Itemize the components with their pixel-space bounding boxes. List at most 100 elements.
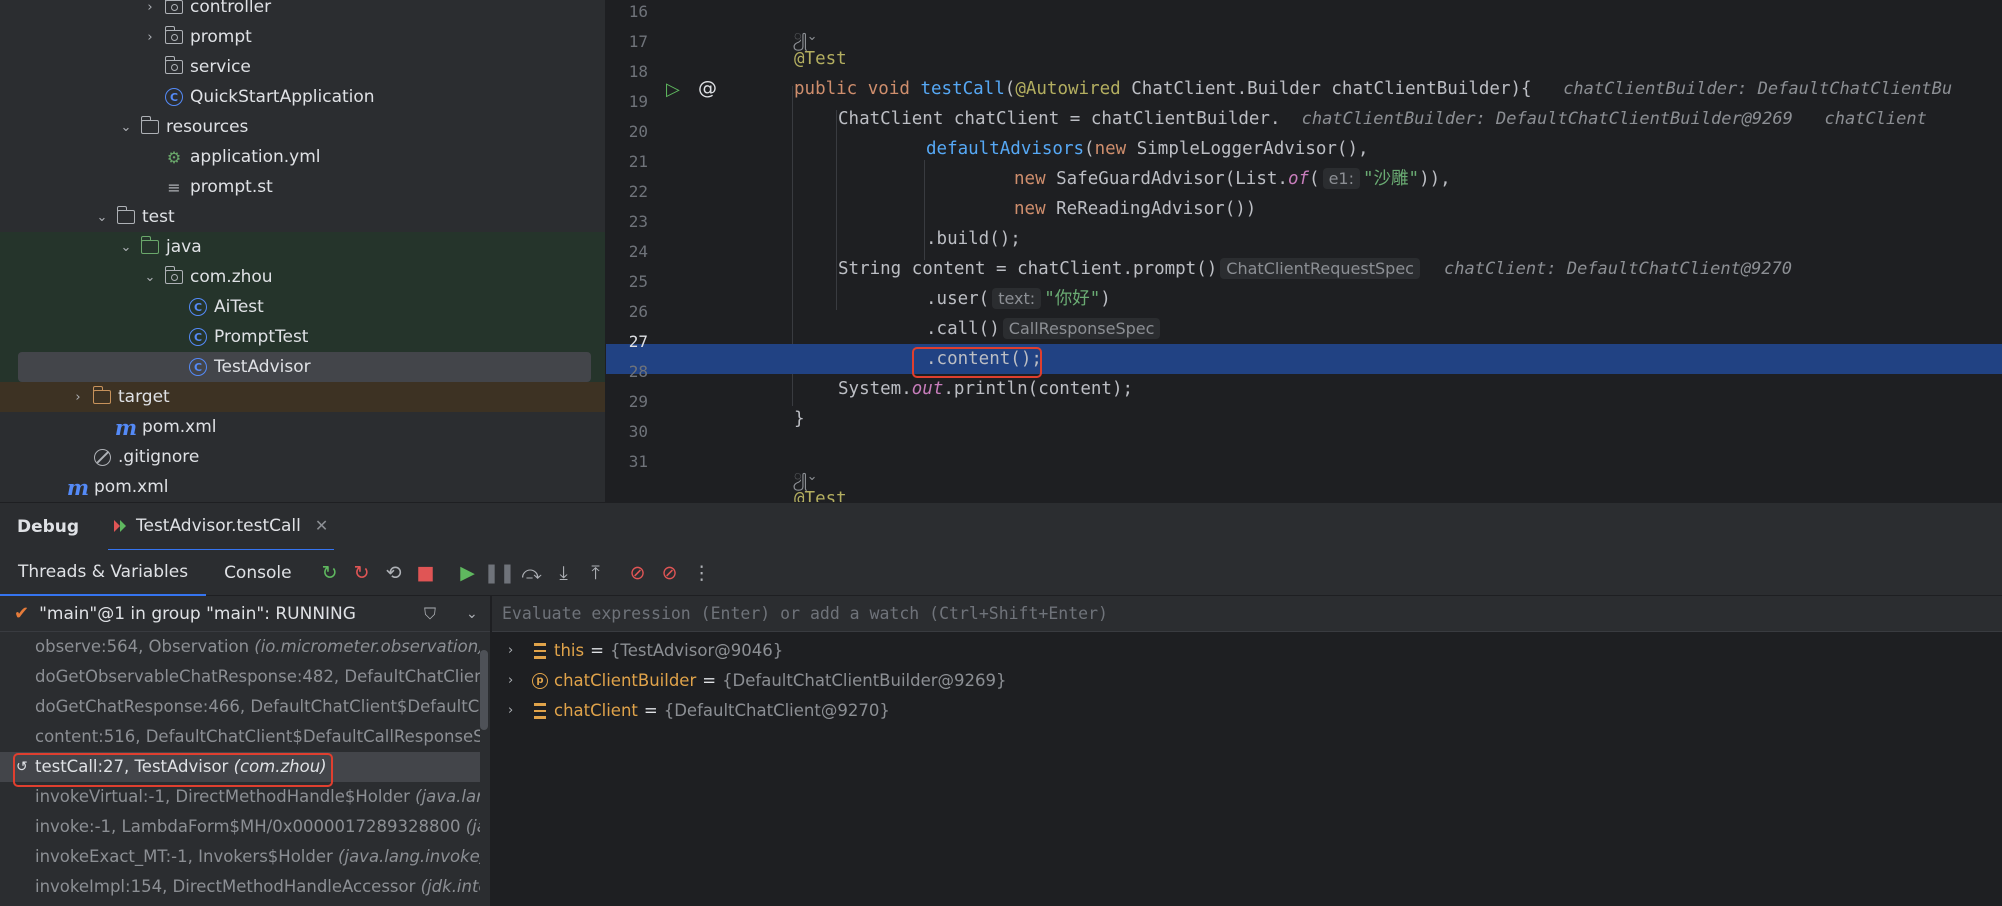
stop-icon[interactable]: ■ — [410, 557, 442, 589]
line-number[interactable]: 17 — [606, 27, 648, 57]
variable-value: {DefaultChatClient@9270} — [663, 701, 890, 720]
project-tree-item[interactable]: C TestAdvisor — [0, 352, 605, 382]
filter-icon[interactable]: ⛉ — [424, 604, 436, 624]
package-icon — [164, 266, 184, 286]
mute-breakpoints-icon[interactable]: ⊘ — [654, 557, 686, 589]
icon-glyph — [116, 206, 135, 224]
chevron-down-icon[interactable]: ⌄ — [94, 210, 110, 225]
stack-frame[interactable]: observe:564, Observation (io.micrometer.… — [0, 632, 480, 662]
active-frame-highlight-box — [13, 753, 333, 787]
project-tree-item[interactable]: › target — [0, 382, 605, 412]
stack-frame[interactable]: invokeExact_MT:-1, Invokers$Holder (java… — [0, 842, 480, 872]
autowired-bean-icon[interactable]: @ — [698, 77, 717, 99]
line-number[interactable]: 24 — [606, 237, 648, 267]
code-editor[interactable]: 16 17 18 19 20 21 22 23 24 25 26 27 28 29 30 31 ▷ @ ꦾ⌄ … — [605, 0, 2002, 502]
icon-glyph — [164, 26, 183, 44]
variable-value: {DefaultChatClientBuilder@9269} — [722, 671, 1007, 690]
project-tree-item[interactable]: m pom.xml — [0, 412, 605, 442]
stack-frame[interactable]: content:516, DefaultChatClient$DefaultCa… — [0, 722, 480, 752]
pause-icon[interactable]: ❚❚ — [484, 557, 516, 589]
chevron-right-icon[interactable]: › — [508, 636, 532, 666]
excluded-folder-icon — [92, 386, 112, 406]
project-tree-item[interactable]: › prompt — [0, 22, 605, 52]
project-tree-item[interactable]: .gitignore — [0, 442, 605, 472]
project-tree-item[interactable]: ⌄ java — [0, 232, 605, 262]
debug-inlay-value: chatClient: DefaultChatClient@9270 — [1444, 259, 1793, 279]
stack-frame[interactable]: invokeImpl:154, DirectMethodHandleAccess… — [0, 872, 480, 902]
chevron-down-icon[interactable]: ⌄ — [466, 606, 478, 622]
debug-tool-window-header: Debug TestAdvisor.testCall ✕ — [0, 502, 2002, 551]
project-tree-item[interactable]: › controller — [0, 0, 605, 22]
code-line-28: System.out.println(content); — [838, 379, 1134, 399]
line-number[interactable]: 31 — [606, 447, 648, 477]
chevron-right-icon[interactable]: › — [508, 666, 532, 696]
stack-frame[interactable]: doGetObservableChatResponse:482, Default… — [0, 662, 480, 692]
frames-scrollbar[interactable] — [480, 650, 488, 730]
evaluate-expression-input[interactable]: Evaluate expression (Enter) or add a wat… — [492, 596, 2002, 632]
chevron-right-icon[interactable]: › — [142, 30, 158, 45]
step-over-icon[interactable]: ⤼ — [516, 557, 548, 589]
project-tree-item[interactable]: C PromptTest — [0, 322, 605, 352]
tree-item-label: java — [166, 237, 202, 257]
rerun-icon[interactable]: ↻ — [314, 557, 346, 589]
line-number[interactable]: 27 — [606, 327, 648, 357]
project-tree-item[interactable]: ⌄ resources — [0, 112, 605, 142]
frames-panel: ✔ "main"@1 in group "main": RUNNING ⛉ ⌄ … — [0, 596, 491, 906]
project-tree-item[interactable]: ⌄ com.zhou — [0, 262, 605, 292]
icon-glyph — [534, 703, 546, 719]
line-number[interactable]: 22 — [606, 177, 648, 207]
stack-frame[interactable]: doGetChatResponse:466, DefaultChatClient… — [0, 692, 480, 722]
project-tree-item[interactable]: service — [0, 52, 605, 82]
param-hint: text: — [992, 288, 1042, 309]
run-test-icon[interactable]: ▷ — [666, 79, 680, 100]
more-icon[interactable]: ⋮ — [686, 557, 718, 589]
view-breakpoints-icon[interactable]: ⊘ — [622, 557, 654, 589]
chevron-down-icon[interactable]: ⌄ — [118, 120, 134, 135]
tree-item-label: com.zhou — [190, 267, 273, 287]
chevron-down-icon[interactable]: ⌄ — [142, 270, 158, 285]
icon-glyph: p — [532, 673, 548, 689]
line-number[interactable]: 21 — [606, 147, 648, 177]
chevron-down-icon[interactable]: ⌄ — [118, 240, 134, 255]
variable-row[interactable]: › this = {TestAdvisor@9046} — [492, 636, 2002, 666]
line-number[interactable]: 19 — [606, 87, 648, 117]
project-tree-item[interactable]: ⌄ test — [0, 202, 605, 232]
tab-threads-variables[interactable]: Threads & Variables — [0, 550, 207, 596]
step-into-icon[interactable]: ⤓ — [548, 557, 580, 589]
resume-icon[interactable]: ▶ — [452, 557, 484, 589]
line-number[interactable]: 26 — [606, 297, 648, 327]
equals-sign: = — [643, 701, 658, 720]
line-number[interactable]: 25 — [606, 267, 648, 297]
tab-console[interactable]: Console — [206, 550, 310, 596]
project-tree-item[interactable]: C QuickStartApplication — [0, 82, 605, 112]
rerun-failed-icon[interactable]: ↻ — [346, 557, 378, 589]
project-tree-item[interactable]: ⚙ application.yml — [0, 142, 605, 172]
parameter-icon: p — [532, 673, 548, 689]
debug-inlay-value: chatClient — [1824, 109, 1927, 129]
chevron-right-icon[interactable]: › — [70, 390, 86, 405]
line-number[interactable]: 28 — [606, 357, 648, 387]
thread-selector[interactable]: ✔ "main"@1 in group "main": RUNNING ⛉ ⌄ — [0, 596, 490, 632]
chevron-right-icon[interactable]: › — [508, 696, 532, 726]
project-tree-item[interactable]: C AiTest — [0, 292, 605, 322]
step-out-icon[interactable]: ⤒ — [580, 557, 612, 589]
close-icon[interactable]: ✕ — [315, 516, 328, 535]
tree-item-label: prompt.st — [190, 177, 273, 197]
line-number[interactable]: 18 — [606, 57, 648, 87]
project-tree-item[interactable]: ≡ prompt.st — [0, 172, 605, 202]
variable-row[interactable]: › chatClient = {DefaultChatClient@9270} — [492, 696, 2002, 726]
hotswap-icon[interactable]: ⟲ — [378, 557, 410, 589]
stack-frame[interactable]: invoke:-1, LambdaForm$MH/0x0000017289328… — [0, 812, 480, 842]
line-number[interactable]: 23 — [606, 207, 648, 237]
line-number[interactable]: 30 — [606, 417, 648, 447]
code-line-25: .user(text: "你好") — [926, 288, 1111, 309]
line-number[interactable]: 20 — [606, 117, 648, 147]
variable-row[interactable]: › p chatClientBuilder = {DefaultChatClientBu… — [492, 666, 2002, 696]
line-number[interactable]: 29 — [606, 387, 648, 417]
package-icon — [164, 0, 184, 16]
project-tree-item[interactable]: m pom.xml — [0, 472, 605, 502]
debug-session-tab[interactable]: TestAdvisor.testCall ✕ — [108, 503, 335, 551]
debug-session-icon — [114, 518, 130, 534]
chevron-right-icon[interactable]: › — [142, 0, 158, 15]
line-number[interactable]: 16 — [606, 0, 648, 27]
